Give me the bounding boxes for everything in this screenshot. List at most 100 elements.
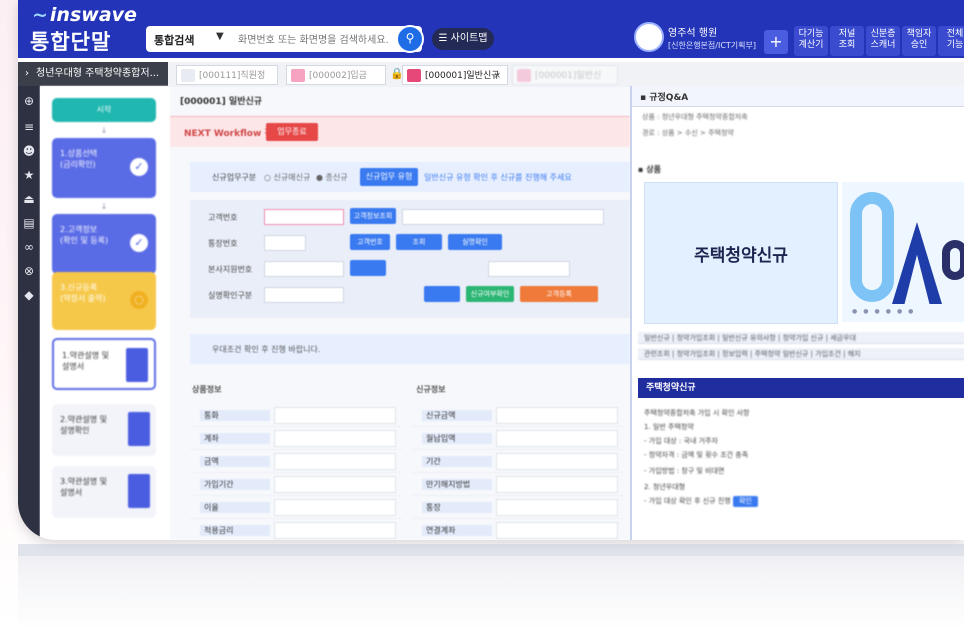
- confirm-chip[interactable]: 확인: [732, 496, 758, 507]
- workflow-doc-1[interactable]: 1.약관설명 및 설명서: [52, 338, 156, 390]
- row-key: 이율: [200, 502, 270, 513]
- row-value[interactable]: [496, 499, 618, 516]
- popup-table-row[interactable]: 일반신규 | 청약가입조회 | 일반신규 유의사항 | 청약가입 신규 | 세금…: [638, 332, 964, 344]
- table-row: 통장: [412, 496, 624, 519]
- popup-table-row[interactable]: 관련조회 | 청약가입조회 | 정보입력 | 주택청약 일반신규 | 가입조건 …: [638, 348, 964, 360]
- row-value[interactable]: [274, 499, 396, 516]
- step-label: 2.고객정보 (확인 및 등록): [60, 225, 109, 245]
- new-check-button[interactable]: 신규여부확인: [466, 286, 514, 302]
- id-check-button[interactable]: [424, 286, 460, 302]
- chevron-down-icon[interactable]: ▼: [216, 31, 224, 42]
- tab-deposit[interactable]: [000002]입금: [286, 65, 386, 85]
- popup-desc-1: 상품 : 청년우대형 주택청약종합저축: [642, 113, 748, 121]
- search-icon[interactable]: ⚲: [396, 25, 424, 53]
- type-bar: 신규업무구분 ○ 신규매신규 ● 종신규 신규업무 유형 일반신규 유형 확인 …: [190, 162, 630, 192]
- popup-line: - 가입 대상 확인 후 신규 진행 확인: [644, 496, 758, 507]
- type-button[interactable]: 신규업무 유형: [360, 168, 418, 186]
- app-title: 통합단말: [30, 30, 112, 54]
- sitemap-button[interactable]: ☰ 사이트맵: [432, 28, 494, 50]
- app-logo[interactable]: ~ inswave 통합단말: [22, 4, 152, 54]
- row-value[interactable]: [496, 407, 618, 424]
- end-work-button[interactable]: 업무종료: [266, 123, 318, 141]
- row-value[interactable]: [496, 522, 618, 539]
- branch-name-field[interactable]: [488, 261, 570, 277]
- globe-icon[interactable]: ⊕: [18, 94, 40, 108]
- form-label: 본사지원번호: [208, 265, 253, 274]
- menu-icon[interactable]: ≡: [18, 120, 40, 134]
- diamond-icon[interactable]: ◆: [18, 288, 40, 302]
- workflow-step-3[interactable]: 3.신규등록 (약정서 출력) ◌: [52, 272, 156, 330]
- row-key: 월납입액: [422, 433, 492, 444]
- product-grid: 통화 계좌 금액 가입기간 이율 적용금리: [190, 404, 402, 540]
- user-dept: [신한은행본점/ICT기획부]: [668, 41, 757, 50]
- row-value[interactable]: [496, 476, 618, 493]
- workflow-start-button[interactable]: 시작: [52, 98, 156, 122]
- customer-name-field[interactable]: [402, 209, 604, 225]
- form-label: 통장번호: [208, 239, 238, 248]
- logout-icon[interactable]: ⏏: [18, 192, 40, 206]
- id-type-input[interactable]: [264, 287, 344, 303]
- tab-general-new[interactable]: [000001]일반신규 ×: [402, 65, 508, 85]
- tab-staff-info[interactable]: [000111]직원정보...: [176, 65, 278, 101]
- workflow-step-1[interactable]: 1.상품선택 (금리확인) ✓: [52, 138, 156, 198]
- workflow-doc-2[interactable]: 2.약관설명 및 설명확인: [52, 404, 156, 456]
- option-radio-1[interactable]: ○ 신규매신규: [264, 172, 310, 183]
- branch-input[interactable]: [264, 261, 344, 277]
- close-icon[interactable]: ×: [493, 66, 501, 86]
- row-value[interactable]: [274, 453, 396, 470]
- row-value[interactable]: [274, 407, 396, 424]
- workflow-doc-3[interactable]: 3.약관설명 및 설명서: [52, 466, 156, 518]
- account-lookup-button[interactable]: 고객번호: [350, 234, 390, 250]
- tab-general-new-2[interactable]: [000001]일반신규...: [512, 65, 618, 101]
- customer-info-button[interactable]: 고객정보조회: [350, 208, 396, 224]
- popup-line: - 가입방법 : 창구 및 비대면: [644, 467, 725, 475]
- star-icon[interactable]: ★: [18, 168, 40, 182]
- table-row: 기간: [412, 450, 624, 473]
- id-scanner-button[interactable]: 신분증 스캐너: [866, 26, 900, 56]
- customer-register-button[interactable]: 고객등록: [520, 286, 598, 302]
- row-key: 계좌: [200, 433, 270, 444]
- account-input[interactable]: [264, 235, 306, 251]
- popup-section-text: 상품: [646, 165, 661, 174]
- row-key: 신규금액: [422, 410, 492, 421]
- customer-number-input[interactable]: [264, 209, 344, 225]
- popup-header: ▪ 규정Q&A: [632, 86, 964, 107]
- search-bar: 통합검색 ▼ ⚲: [146, 25, 424, 53]
- user-icon[interactable]: ☻: [18, 144, 40, 158]
- option-radio-2[interactable]: ● 종신규: [316, 172, 348, 183]
- logo-shape-icon: [850, 192, 894, 302]
- popup-section: ▪ 상품: [638, 165, 661, 174]
- approval-button[interactable]: 책임자 승인: [902, 26, 936, 56]
- workflow-step-2[interactable]: 2.고객정보 (확인 및 등록) ✓: [52, 214, 156, 274]
- search-category[interactable]: 통합검색: [154, 32, 194, 48]
- row-value[interactable]: [274, 430, 396, 447]
- lookup-button[interactable]: 조회: [396, 234, 442, 250]
- row-value[interactable]: [496, 430, 618, 447]
- tab-label: [000001]일반신규: [425, 71, 500, 81]
- logo-dots: ●●●●●●: [852, 308, 920, 315]
- row-value[interactable]: [274, 522, 396, 539]
- journal-button[interactable]: 저널 조회: [830, 26, 864, 56]
- sitemap-label: 사이트맵: [450, 33, 488, 44]
- tab-doc-icon: [291, 69, 305, 82]
- all-functions-button[interactable]: 전체 기능: [938, 26, 964, 56]
- row-value[interactable]: [274, 476, 396, 493]
- table-row: 연결계좌: [412, 519, 624, 540]
- verify-button[interactable]: 실명확인: [448, 234, 502, 250]
- search-input[interactable]: [236, 31, 390, 49]
- link-icon[interactable]: ∞: [18, 240, 40, 254]
- top-bar: ~inswave 통합단말 통합검색 ▼ ⚲ ☰ 사이트맵 영주석 행원 [신한…: [18, 0, 964, 58]
- check-icon: ✓: [130, 158, 148, 176]
- user-profile[interactable]: 영주석 행원 [신한은행본점/ICT기획부]: [634, 22, 764, 56]
- search-icon[interactable]: ⊗: [18, 264, 40, 278]
- breadcrumb[interactable]: › 청년우대형 주택청약종합저...: [18, 62, 168, 86]
- quick-label: 책임자 승인: [906, 29, 932, 50]
- branch-lookup-button[interactable]: [350, 260, 386, 276]
- row-value[interactable]: [496, 453, 618, 470]
- calculator-button[interactable]: 다기능 계산기: [794, 26, 828, 56]
- popup-desc-2: 경로 : 상품 > 수신 > 주택청약: [642, 129, 734, 137]
- add-icon[interactable]: +: [764, 30, 788, 54]
- document-icon: [128, 412, 150, 446]
- workflow-panel: 시작 ↓ 1.상품선택 (금리확인) ✓ ↓ 2.고객정보 (확인 및 등록) ✓ …: [40, 86, 170, 540]
- docs-icon[interactable]: ▤: [18, 216, 40, 230]
